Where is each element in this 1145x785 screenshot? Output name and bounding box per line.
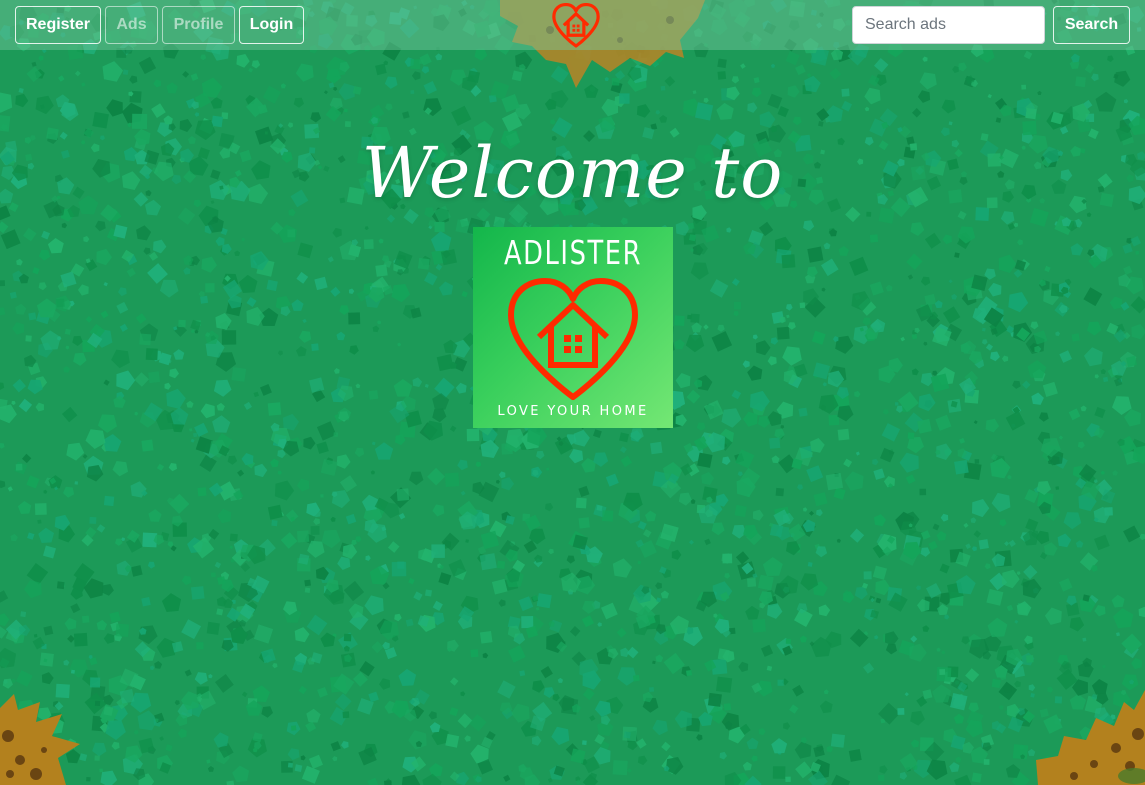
heart-house-icon [508, 278, 638, 400]
logo-brand-name: ADLISTER [503, 233, 643, 272]
ads-button[interactable]: Ads [105, 6, 158, 44]
login-button[interactable]: Login [239, 6, 304, 44]
search-input[interactable] [852, 6, 1045, 44]
welcome-heading: Welcome to [361, 132, 784, 214]
search-button[interactable]: Search [1053, 6, 1130, 44]
top-navbar: Register Ads Profile Login Search [0, 0, 1145, 50]
autumn-leaf-bottom-right-decoration [1036, 690, 1145, 785]
register-button[interactable]: Register [15, 6, 101, 44]
autumn-leaf-bottom-left-decoration [0, 694, 80, 785]
logo-tagline: LOVE YOUR HOME [497, 404, 649, 419]
profile-button[interactable]: Profile [162, 6, 235, 44]
adlister-logo: ADLISTER LOVE YOUR HOME [473, 227, 673, 428]
heart-house-icon[interactable] [551, 3, 601, 49]
